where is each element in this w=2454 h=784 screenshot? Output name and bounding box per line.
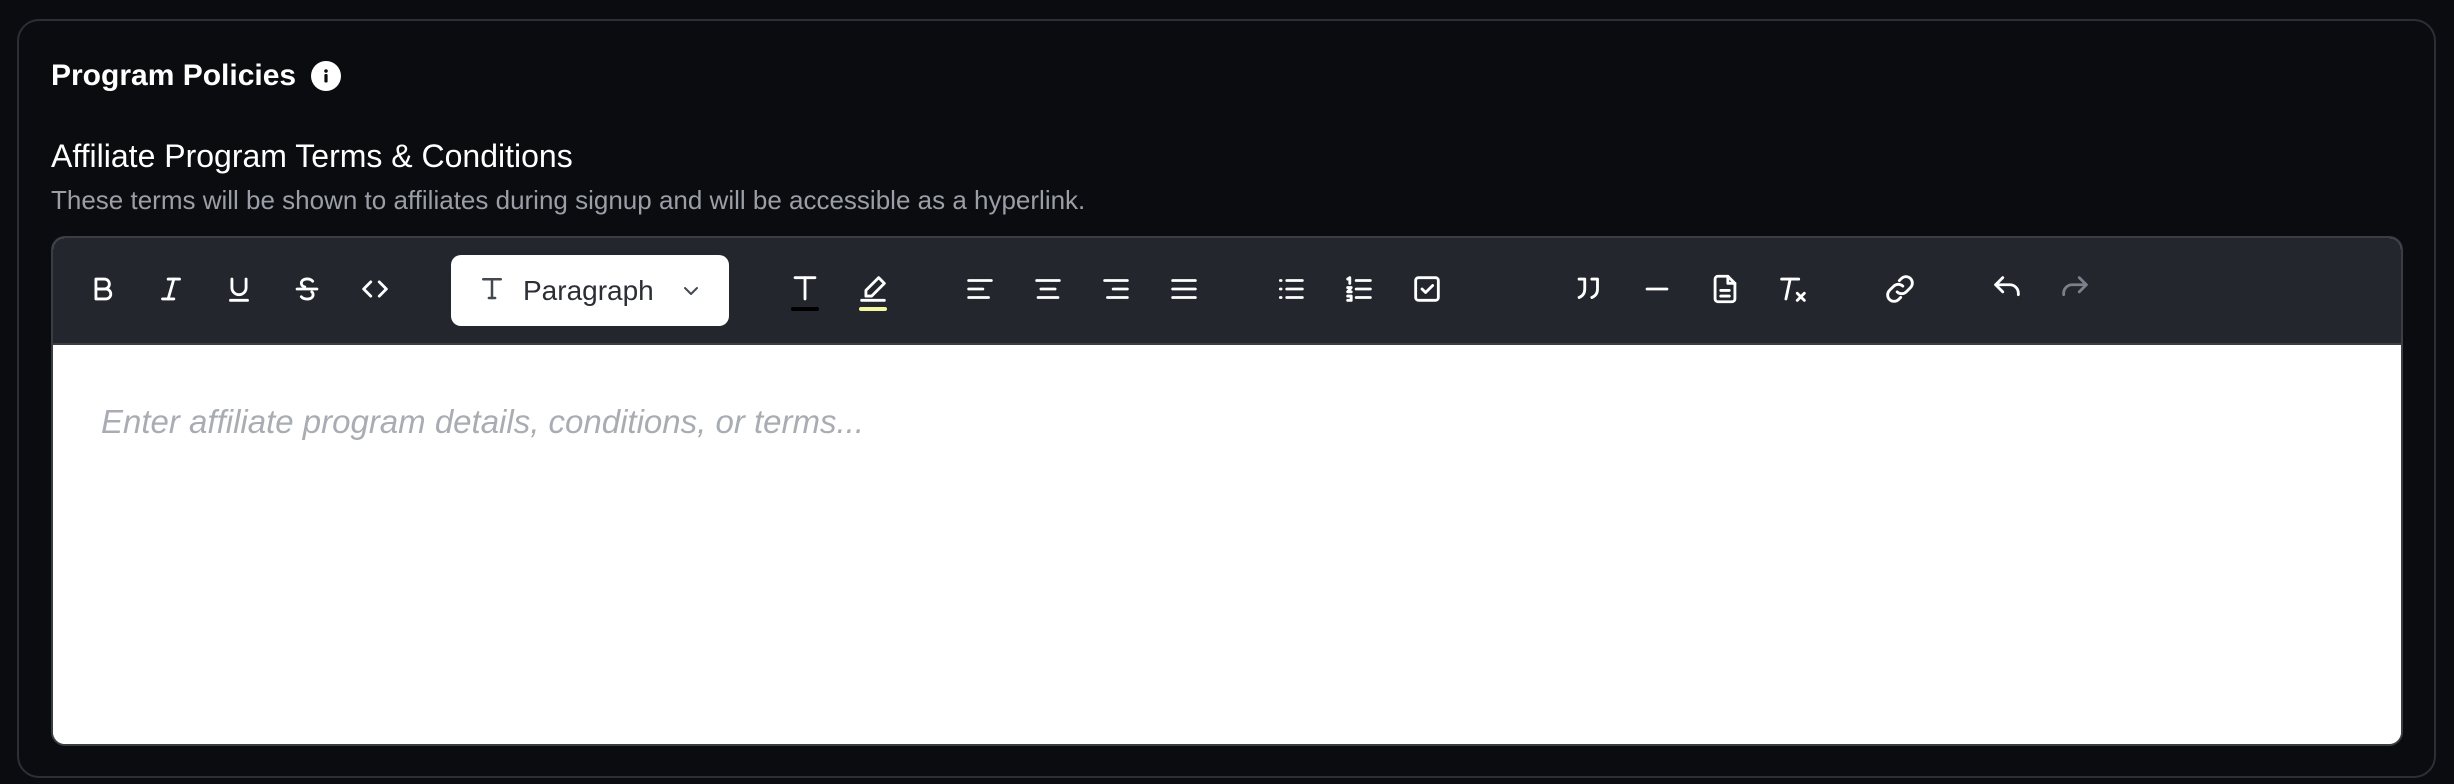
highlight-button[interactable]: [849, 265, 897, 313]
text-color-button[interactable]: [781, 265, 829, 313]
bold-icon: [94, 277, 113, 301]
task-list-button[interactable]: [1403, 265, 1451, 313]
strikethrough-button[interactable]: [283, 265, 331, 313]
blockquote-button[interactable]: [1565, 265, 1613, 313]
strikethrough-icon: [295, 277, 319, 301]
block-type-label: Paragraph: [523, 274, 654, 306]
underline-button[interactable]: [215, 265, 263, 313]
undo-icon: [1994, 276, 2020, 297]
rich-text-editor: Paragraph Enter affiliate program detail…: [51, 236, 2403, 746]
editor-toolbar: Paragraph: [53, 238, 2401, 345]
redo-button[interactable]: [2051, 265, 2099, 313]
align-left-icon: [967, 279, 993, 299]
underline-icon: [229, 277, 249, 302]
field-description: These terms will be shown to affiliates …: [51, 185, 1086, 215]
info-icon[interactable]: [311, 61, 342, 91]
text-color-icon: [793, 276, 817, 301]
clear-format-button[interactable]: [1769, 265, 1817, 313]
highlight-color-swatch: [859, 307, 887, 311]
horizontal-rule-icon: [1645, 287, 1669, 291]
bullet-list-button[interactable]: [1267, 265, 1315, 313]
align-justify-button[interactable]: [1160, 265, 1208, 313]
document-icon: [1713, 274, 1737, 304]
text-type-icon: [477, 273, 507, 308]
link-button[interactable]: [1876, 265, 1924, 313]
align-justify-icon: [1171, 279, 1197, 299]
align-center-icon: [1035, 279, 1061, 299]
italic-icon: [161, 277, 181, 301]
link-icon: [1886, 275, 1914, 303]
section-title: Program Policies: [51, 59, 297, 92]
align-right-icon: [1103, 279, 1129, 299]
undo-button[interactable]: [1983, 265, 2031, 313]
editor-placeholder: Enter affiliate program details, conditi…: [101, 403, 864, 440]
ordered-list-icon: [1346, 276, 1372, 302]
text-color-swatch: [791, 307, 819, 311]
italic-button[interactable]: [147, 265, 195, 313]
block-type-select[interactable]: Paragraph: [451, 255, 729, 326]
bullet-list-icon: [1278, 279, 1304, 299]
code-button[interactable]: [351, 265, 399, 313]
chevron-down-icon: [679, 279, 703, 308]
clear-format-icon: [1780, 277, 1806, 302]
horizontal-rule-button[interactable]: [1633, 265, 1681, 313]
ordered-list-button[interactable]: [1335, 265, 1383, 313]
align-center-button[interactable]: [1024, 265, 1072, 313]
editor-content[interactable]: Enter affiliate program details, conditi…: [53, 345, 2401, 744]
highlight-icon: [860, 276, 886, 302]
task-list-icon: [1414, 276, 1440, 302]
blockquote-icon: [1577, 277, 1599, 299]
redo-icon: [2062, 276, 2088, 297]
bold-button[interactable]: [79, 265, 127, 313]
document-button[interactable]: [1701, 265, 1749, 313]
section-header: Program Policies: [51, 56, 342, 96]
align-right-button[interactable]: [1092, 265, 1140, 313]
field-label: Affiliate Program Terms & Conditions: [51, 138, 573, 174]
align-left-button[interactable]: [956, 265, 1004, 313]
code-icon: [362, 280, 388, 298]
